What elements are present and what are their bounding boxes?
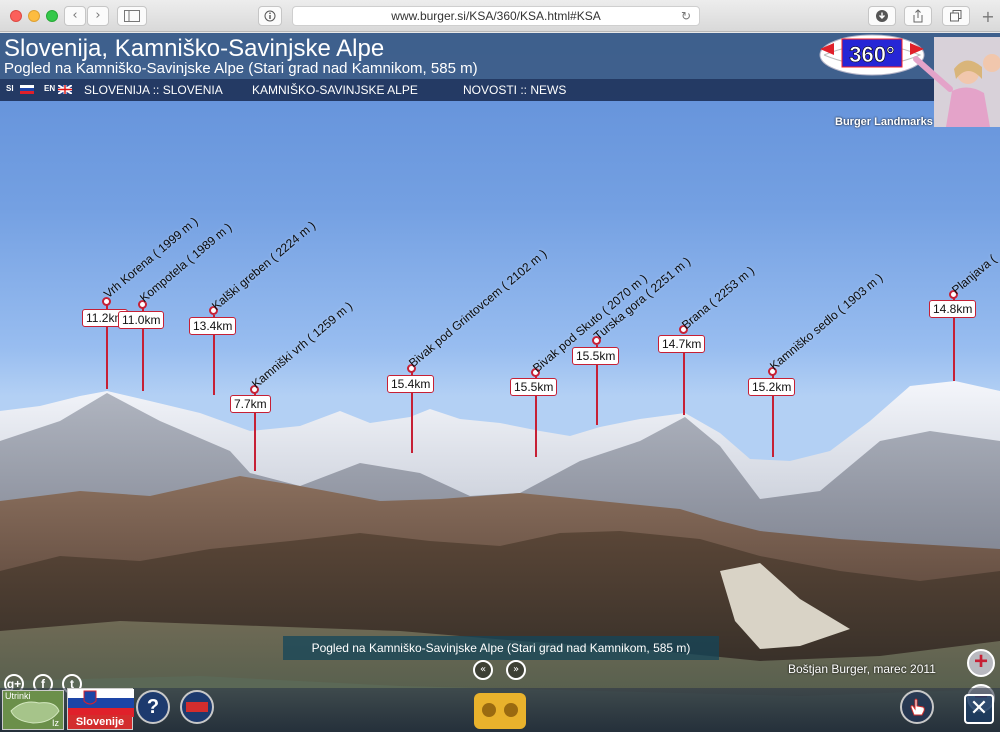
info-icon bbox=[264, 10, 276, 22]
menu-item-slovenija[interactable]: SLOVENIJA :: SLOVENIA bbox=[84, 83, 223, 97]
forward-button[interactable]: › bbox=[87, 6, 109, 26]
previous-panorama-button[interactable]: « bbox=[473, 660, 493, 680]
slovenia-flag-icon[interactable] bbox=[20, 85, 34, 94]
slovenia-button[interactable]: Slovenije bbox=[67, 688, 134, 730]
page-title: Slovenija, Kamniško-Savinjske Alpe bbox=[4, 35, 385, 62]
peak-distance: 15.4km bbox=[387, 375, 435, 393]
lang-si-label[interactable]: SI bbox=[6, 84, 14, 93]
tabs-overview-button[interactable] bbox=[942, 6, 970, 26]
url-text: www.burger.si/KSA/360/KSA.html#KSA bbox=[391, 9, 601, 23]
peak-distance: 15.2km bbox=[748, 378, 796, 396]
next-panorama-button[interactable]: » bbox=[506, 660, 526, 680]
page-subtitle: Pogled na Kamniško-Savinjske Alpe (Stari… bbox=[4, 60, 478, 77]
address-bar[interactable]: www.burger.si/KSA/360/KSA.html#KSA ↻ bbox=[292, 6, 700, 26]
zoom-window-button[interactable] bbox=[46, 10, 58, 22]
sidebar-icon bbox=[124, 10, 140, 22]
peak-distance: 7.7km bbox=[230, 395, 271, 413]
downloads-button[interactable] bbox=[868, 6, 896, 26]
menu-item-novosti[interactable]: NOVOSTI :: NEWS bbox=[463, 83, 566, 97]
brand-label: Burger Landmarks bbox=[835, 116, 933, 128]
tabs-icon bbox=[950, 10, 962, 22]
slovenia-map-thumbnail[interactable]: Utrinki Iz bbox=[2, 690, 64, 730]
back-button[interactable]: ‹ bbox=[64, 6, 86, 26]
logo-360[interactable]: 360° bbox=[816, 33, 1000, 129]
lang-en-label[interactable]: EN bbox=[44, 84, 55, 93]
hand-pointer-icon bbox=[910, 698, 925, 716]
uk-flag-icon[interactable] bbox=[58, 85, 72, 94]
close-window-button[interactable] bbox=[10, 10, 22, 22]
map-view-button[interactable] bbox=[180, 690, 214, 724]
logo-360-text: 360° bbox=[849, 42, 895, 67]
download-icon bbox=[876, 10, 888, 22]
peak-distance: 14.8km bbox=[929, 300, 977, 318]
map-label-bottom: Iz bbox=[51, 718, 59, 728]
sidebar-toggle-button[interactable] bbox=[117, 6, 147, 26]
minimize-window-button[interactable] bbox=[28, 10, 40, 22]
new-tab-button[interactable]: + bbox=[980, 9, 996, 26]
browser-toolbar: ‹ › www.burger.si/KSA/360/KSA.html#KSA ↻… bbox=[0, 0, 1000, 32]
zoom-in-button[interactable]: + bbox=[967, 649, 995, 677]
share-icon bbox=[913, 9, 923, 23]
menu-item-kamnisko-savinjske-alpe[interactable]: KAMNIŠKO-SAVINJSKE ALPE bbox=[252, 83, 418, 97]
close-fullscreen-button[interactable]: ✕ bbox=[964, 694, 994, 724]
peak-distance: 14.7km bbox=[658, 335, 706, 353]
vr-headset-icon bbox=[482, 703, 496, 717]
photo-credit: Boštjan Burger, marec 2011 bbox=[788, 662, 936, 676]
slovenia-label: Slovenije bbox=[68, 715, 132, 729]
peak-distance: 11.0km bbox=[118, 311, 165, 329]
peak-distance: 13.4km bbox=[189, 317, 237, 335]
gesture-control-button[interactable] bbox=[900, 690, 934, 724]
site-info-button[interactable] bbox=[258, 6, 282, 26]
map-pin-icon bbox=[186, 702, 208, 712]
help-button[interactable]: ? bbox=[136, 690, 170, 724]
reload-icon[interactable]: ↻ bbox=[681, 7, 691, 25]
share-button[interactable] bbox=[904, 6, 932, 26]
vr-mode-button[interactable] bbox=[474, 693, 526, 729]
panorama-caption: Pogled na Kamniško-Savinjske Alpe (Stari… bbox=[283, 636, 719, 660]
peak-distance: 15.5km bbox=[510, 378, 558, 396]
peak-distance: 15.5km bbox=[572, 347, 620, 365]
slovenia-flag-icon bbox=[68, 689, 134, 717]
panorama-page: Vrh Korena ( 1999 m ) 11.2km Kompotela (… bbox=[0, 33, 1000, 732]
